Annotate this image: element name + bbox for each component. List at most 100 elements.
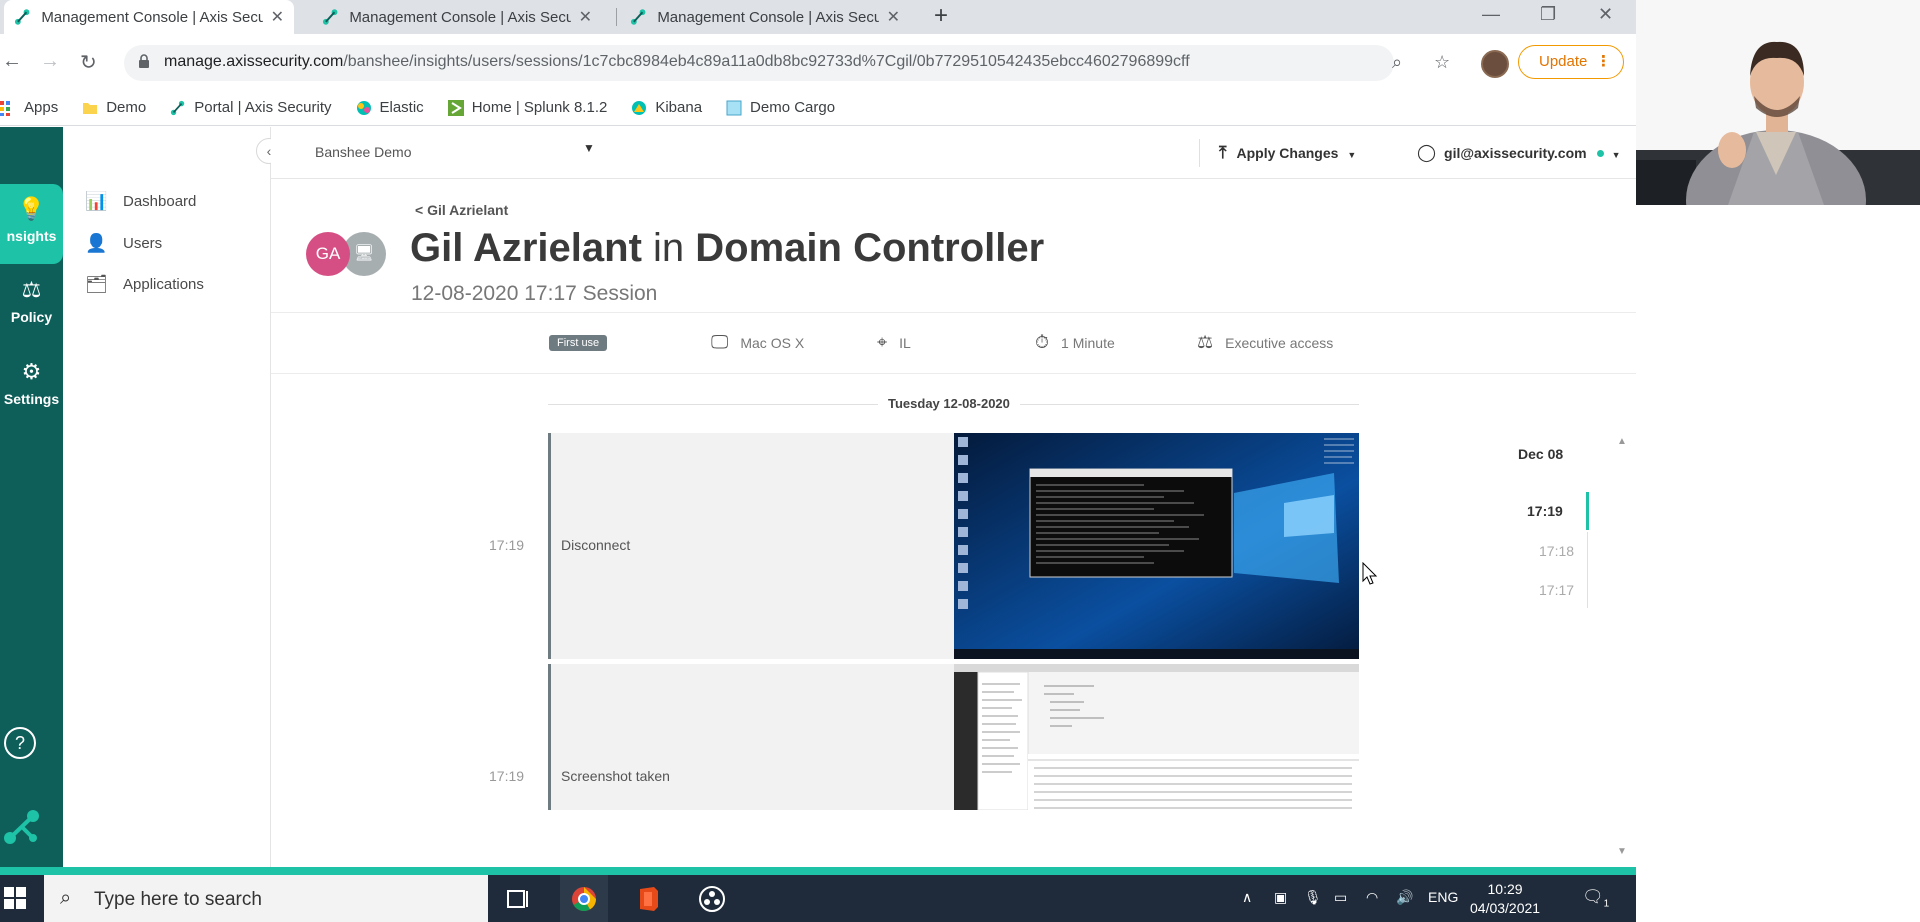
clock-time: 10:29	[1487, 881, 1523, 897]
chrome-icon[interactable]	[570, 885, 598, 913]
bookmark-kibana[interactable]: Kibana	[631, 99, 702, 116]
task-view-icon[interactable]	[504, 885, 532, 913]
minimize-icon[interactable]: —	[1482, 4, 1500, 25]
window-close-icon[interactable]: ✕	[1598, 4, 1613, 25]
user-icon: 👤	[85, 233, 108, 253]
notification-count: 1	[1603, 898, 1610, 910]
back-to-user-link[interactable]: < Gil Azrielant	[415, 202, 508, 218]
tray-chevron-up-icon[interactable]: ∧	[1242, 889, 1252, 906]
office-icon[interactable]	[634, 885, 662, 913]
subnav-item-applications[interactable]: 🗂 Applications	[85, 274, 204, 295]
bookmark-splunk[interactable]: Home | Splunk 8.1.2	[447, 99, 607, 116]
obs-icon[interactable]	[698, 885, 726, 913]
session-subtitle: 12-08-2020 17:17 Session	[411, 282, 658, 305]
bookmark-portal[interactable]: Portal | Axis Security	[170, 99, 332, 116]
language-indicator[interactable]: ENG	[1428, 889, 1458, 905]
back-icon[interactable]: ←	[2, 50, 22, 73]
taskbar-search-input[interactable]: ⌕ Type here to search	[44, 875, 488, 922]
bookmark-label: Portal | Axis Security	[194, 99, 332, 116]
tray-device-icon[interactable]: ▣	[1274, 889, 1287, 906]
help-icon[interactable]: ?	[4, 727, 36, 759]
apply-changes-button[interactable]: ⤒ Apply Changes ▼	[1219, 143, 1356, 163]
bookmark-elastic[interactable]: Elastic	[356, 99, 424, 116]
url-text: manage.axissecurity.com/banshee/insights…	[164, 53, 1190, 71]
bookmark-demo-cargo[interactable]: Demo Cargo	[726, 99, 835, 116]
axis-favicon-icon	[322, 9, 338, 25]
volume-icon[interactable]: 🔊	[1396, 889, 1413, 906]
session-user-name: Gil Azrielant	[410, 226, 642, 270]
timeline-tick[interactable]: 17:18	[1539, 543, 1574, 559]
remote-desktop-icon: 🖥	[353, 245, 375, 262]
scroll-up-arrow-icon[interactable]: ▲	[1617, 436, 1627, 447]
battery-icon[interactable]: ▭	[1334, 889, 1347, 906]
zoom-icon[interactable]: ⌕	[1392, 52, 1402, 73]
close-tab-icon[interactable]: ✕	[271, 7, 284, 27]
status-strip	[0, 867, 1636, 875]
apps-grid-icon	[0, 100, 10, 116]
bookmark-apps[interactable]: Apps	[0, 99, 58, 116]
user-menu[interactable]: ◯ gil@axissecurity.com ▼	[1417, 143, 1621, 163]
maximize-icon[interactable]: ❐	[1540, 4, 1556, 25]
wifi-icon[interactable]: ◠	[1366, 889, 1378, 906]
taskbar-clock[interactable]: 10:29 04/03/2021	[1470, 880, 1540, 918]
page-title: Gil Azrielant in Domain Controller	[410, 226, 1044, 271]
new-tab-icon[interactable]: +	[934, 2, 948, 30]
subnav-item-users[interactable]: 👤 Users	[85, 233, 162, 254]
caret-down-icon: ▼	[1347, 150, 1357, 160]
close-tab-icon[interactable]: ✕	[887, 7, 900, 27]
star-icon[interactable]: ☆	[1434, 52, 1450, 73]
bar-chart-icon: 📊	[85, 191, 108, 211]
location-pin-icon: ⌖	[877, 332, 888, 352]
windows-taskbar: ⌕ Type here to search ∧ ▣ 🎙 ▭ ◠ 🔊 ENG 10…	[0, 875, 1636, 922]
gavel-icon: ⚖	[1197, 332, 1214, 352]
timeline-tick[interactable]: 17:19	[1527, 503, 1563, 519]
caret-down-icon[interactable]: ▼	[583, 141, 595, 155]
session-resource-name: Domain Controller	[695, 226, 1045, 270]
document-icon	[726, 100, 742, 115]
browser-tab-3[interactable]: Management Console | Axis Secu ✕	[620, 0, 910, 34]
bookmark-demo[interactable]: Demo	[82, 99, 146, 116]
info-os: 🖵 Mac OS X	[711, 332, 804, 353]
duration-label: 1 Minute	[1061, 334, 1115, 351]
event-row-disconnect[interactable]: Disconnect	[548, 433, 954, 659]
reload-icon[interactable]: ↻	[80, 50, 97, 75]
microphone-icon[interactable]: 🎙	[1304, 889, 1322, 906]
os-label: Mac OS X	[740, 334, 805, 351]
browser-tab-1[interactable]: Management Console | Axis Secu ✕	[4, 0, 294, 34]
subnav-item-dashboard[interactable]: 📊 Dashboard	[85, 191, 196, 212]
info-location: ⌖ IL	[877, 332, 911, 353]
windows-start-icon[interactable]	[4, 887, 26, 909]
close-tab-icon[interactable]: ✕	[579, 7, 592, 27]
timeline-tick[interactable]: 17:17	[1539, 582, 1574, 598]
axis-favicon-icon	[630, 9, 646, 25]
desktop-screenshot[interactable]	[954, 664, 1359, 810]
environment-select[interactable]: Banshee Demo	[315, 144, 412, 160]
splunk-icon	[447, 99, 464, 116]
axis-logo-icon[interactable]	[2, 807, 42, 847]
online-status-dot	[1596, 150, 1604, 157]
event-row-screenshot[interactable]: Screenshot taken	[548, 664, 954, 810]
mouse-cursor-icon	[1362, 562, 1378, 585]
rail-item-policy[interactable]: ⚖ Policy	[0, 277, 63, 325]
subnav-item-label: Dashboard	[123, 193, 197, 210]
axis-favicon-icon	[171, 100, 185, 115]
session-info-bar: First use 🖵 Mac OS X ⌖ IL ⏱ 1 Minute ⚖ Execu…	[271, 312, 1636, 374]
folder-icon	[83, 102, 98, 114]
rail-item-insights[interactable]: 💡 nsights	[0, 184, 63, 264]
location-label: IL	[899, 334, 911, 351]
caret-down-icon: ▼	[1611, 150, 1621, 160]
header-divider	[1199, 139, 1200, 167]
browser-tab-2[interactable]: Management Console | Axis Secu ✕	[312, 0, 602, 34]
rail-item-settings[interactable]: ⚙ Settings	[0, 359, 63, 407]
search-placeholder: Type here to search	[94, 889, 262, 910]
user-circle-icon: ◯	[1417, 143, 1437, 162]
notification-icon[interactable]: 🗨1	[1582, 887, 1609, 909]
profile-avatar[interactable]	[1481, 50, 1509, 78]
event-label: Disconnect	[561, 537, 631, 553]
forward-icon[interactable]: →	[40, 50, 60, 73]
access-label: Executive access	[1225, 334, 1334, 351]
scroll-down-arrow-icon[interactable]: ▼	[1617, 846, 1627, 857]
first-use-badge: First use	[549, 335, 608, 351]
update-button[interactable]: Update ⋮	[1518, 45, 1624, 79]
desktop-screenshot[interactable]	[954, 433, 1359, 659]
